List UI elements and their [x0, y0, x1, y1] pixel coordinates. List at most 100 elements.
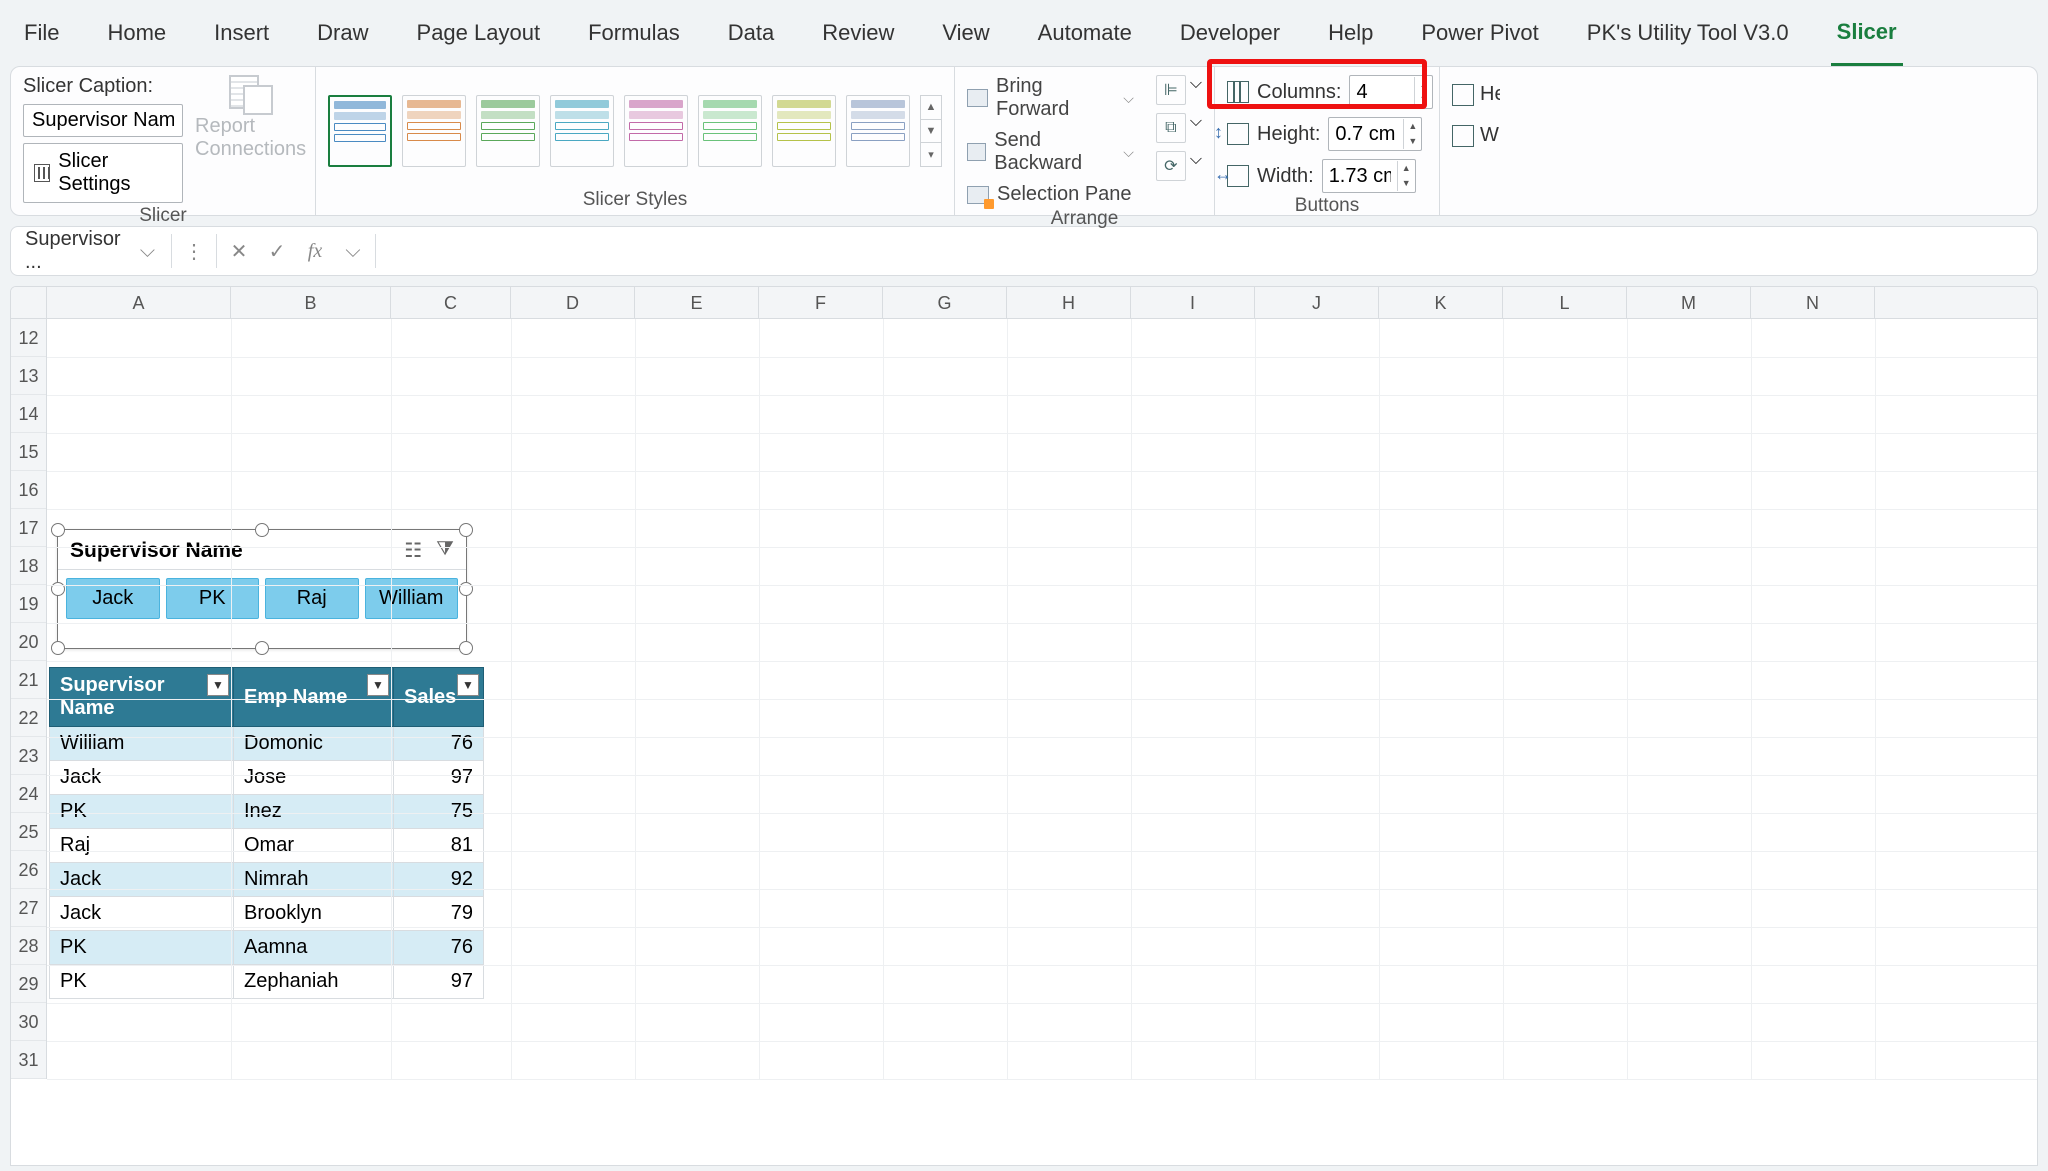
tab-slicer[interactable]: Slicer [1831, 1, 1903, 66]
column-header[interactable]: M [1627, 287, 1751, 318]
slicer-styles-gallery[interactable]: ▲▼▾ [328, 95, 942, 167]
table-header[interactable]: Sales▼ [394, 668, 484, 727]
slicer-style-thumbnail[interactable] [328, 95, 392, 167]
fx-icon[interactable]: fx [299, 240, 331, 263]
resize-handle[interactable] [459, 641, 473, 655]
chevron-down-icon[interactable]: ⌵ [337, 240, 369, 263]
filter-dropdown-icon[interactable]: ▼ [367, 674, 389, 696]
column-header[interactable]: J [1255, 287, 1379, 318]
bring-forward-button[interactable]: Bring Forward ⌵ [967, 75, 1134, 121]
filter-dropdown-icon[interactable]: ▼ [457, 674, 479, 696]
row-header[interactable]: 19 [11, 585, 46, 623]
spinner-down-icon[interactable]: ▼ [1415, 92, 1432, 107]
column-header[interactable]: N [1751, 287, 1875, 318]
column-header[interactable]: A [47, 287, 231, 318]
tab-page-layout[interactable]: Page Layout [411, 2, 547, 64]
tab-formulas[interactable]: Formulas [582, 2, 686, 64]
row-header[interactable]: 22 [11, 699, 46, 737]
table-cell[interactable]: PK [50, 795, 234, 829]
table-row[interactable]: JackNimrah92 [50, 863, 484, 897]
table-row[interactable]: PKAamna76 [50, 931, 484, 965]
resize-handle[interactable] [255, 523, 269, 537]
table-header[interactable]: Supervisor Name▼ [50, 668, 234, 727]
row-header[interactable]: 26 [11, 851, 46, 889]
columns-input[interactable] [1350, 81, 1414, 104]
row-header[interactable]: 25 [11, 813, 46, 851]
row-header[interactable]: 20 [11, 623, 46, 661]
tab-power-pivot[interactable]: Power Pivot [1415, 2, 1544, 64]
cancel-icon[interactable]: ✕ [223, 239, 255, 264]
chevron-down-icon[interactable]: ⌵ [1190, 75, 1202, 105]
table-cell[interactable]: William [50, 727, 234, 761]
report-connections-button[interactable]: ReportConnections [195, 75, 306, 161]
enter-icon[interactable]: ✓ [261, 239, 293, 264]
slicer-caption-input[interactable] [23, 104, 183, 137]
row-header[interactable]: 17 [11, 509, 46, 547]
table-cell[interactable]: Domonic [234, 727, 394, 761]
row-header[interactable]: 18 [11, 547, 46, 585]
align-button[interactable]: ⊫ [1156, 75, 1186, 105]
table-cell[interactable]: PK [50, 931, 234, 965]
slicer-style-thumbnail[interactable] [772, 95, 836, 167]
slicer-style-thumbnail[interactable] [624, 95, 688, 167]
height-spinner[interactable]: ▲▼ [1328, 117, 1422, 151]
slicer-style-thumbnail[interactable] [476, 95, 540, 167]
gallery-scroll[interactable]: ▲▼▾ [920, 95, 942, 167]
name-box[interactable]: Supervisor ... ⌵ [15, 228, 165, 274]
row-header[interactable]: 28 [11, 927, 46, 965]
columns-spinner[interactable]: ▲▼ [1349, 75, 1433, 109]
table-cell[interactable]: Inez [234, 795, 394, 829]
tab-view[interactable]: View [936, 2, 995, 64]
resize-handle[interactable] [459, 523, 473, 537]
spreadsheet-grid[interactable]: ABCDEFGHIJKLMN 1213141516171819202122232… [10, 286, 2038, 1166]
table-row[interactable]: RajOmar81 [50, 829, 484, 863]
table-cell[interactable]: Raj [50, 829, 234, 863]
column-header[interactable]: E [635, 287, 759, 318]
table-header[interactable]: Emp Name▼ [234, 668, 394, 727]
table-cell[interactable]: 81 [394, 829, 484, 863]
tab-review[interactable]: Review [816, 2, 900, 64]
table-cell[interactable]: Jack [50, 897, 234, 931]
select-all-corner[interactable] [11, 287, 47, 318]
width-input[interactable] [1323, 165, 1397, 188]
send-backward-button[interactable]: Send Backward ⌵ [967, 129, 1134, 175]
tab-file[interactable]: File [18, 2, 65, 64]
width-spinner[interactable]: ▲▼ [1322, 159, 1416, 193]
filter-dropdown-icon[interactable]: ▼ [207, 674, 229, 696]
spinner-down-icon[interactable]: ▼ [1398, 176, 1415, 191]
tab-data[interactable]: Data [722, 2, 780, 64]
slicer-style-thumbnail[interactable] [402, 95, 466, 167]
rotate-button[interactable]: ⟳ [1156, 151, 1186, 181]
table-row[interactable]: WilliamDomonic76 [50, 727, 484, 761]
data-table[interactable]: Supervisor Name▼Emp Name▼Sales▼WilliamDo… [49, 667, 484, 999]
tab-pk-s-utility-tool-v3-0[interactable]: PK's Utility Tool V3.0 [1581, 2, 1795, 64]
column-header[interactable]: I [1131, 287, 1255, 318]
row-header[interactable]: 31 [11, 1041, 46, 1079]
column-header[interactable]: F [759, 287, 883, 318]
table-cell[interactable]: Aamna [234, 931, 394, 965]
row-header[interactable]: 23 [11, 737, 46, 775]
resize-handle[interactable] [51, 641, 65, 655]
column-header[interactable]: H [1007, 287, 1131, 318]
chevron-down-icon[interactable]: ⌵ [1190, 151, 1202, 181]
spinner-up-icon[interactable]: ▲ [1404, 119, 1421, 134]
table-cell[interactable]: Jose [234, 761, 394, 795]
table-cell[interactable]: Zephaniah [234, 965, 394, 999]
chevron-down-icon[interactable]: ⌵ [1123, 144, 1134, 161]
table-cell[interactable]: Jack [50, 761, 234, 795]
row-header[interactable]: 29 [11, 965, 46, 1003]
column-header[interactable]: G [883, 287, 1007, 318]
row-header[interactable]: 24 [11, 775, 46, 813]
row-header[interactable]: 30 [11, 1003, 46, 1041]
table-row[interactable]: PKZephaniah97 [50, 965, 484, 999]
table-cell[interactable]: Omar [234, 829, 394, 863]
column-header[interactable]: C [391, 287, 511, 318]
slicer-style-thumbnail[interactable] [846, 95, 910, 167]
column-header[interactable]: K [1379, 287, 1503, 318]
slicer-style-thumbnail[interactable] [550, 95, 614, 167]
tab-developer[interactable]: Developer [1174, 2, 1286, 64]
multi-select-icon[interactable]: ☷ [404, 538, 422, 563]
column-header[interactable]: D [511, 287, 635, 318]
spinner-up-icon[interactable]: ▲ [1398, 161, 1415, 176]
table-cell[interactable]: 76 [394, 931, 484, 965]
